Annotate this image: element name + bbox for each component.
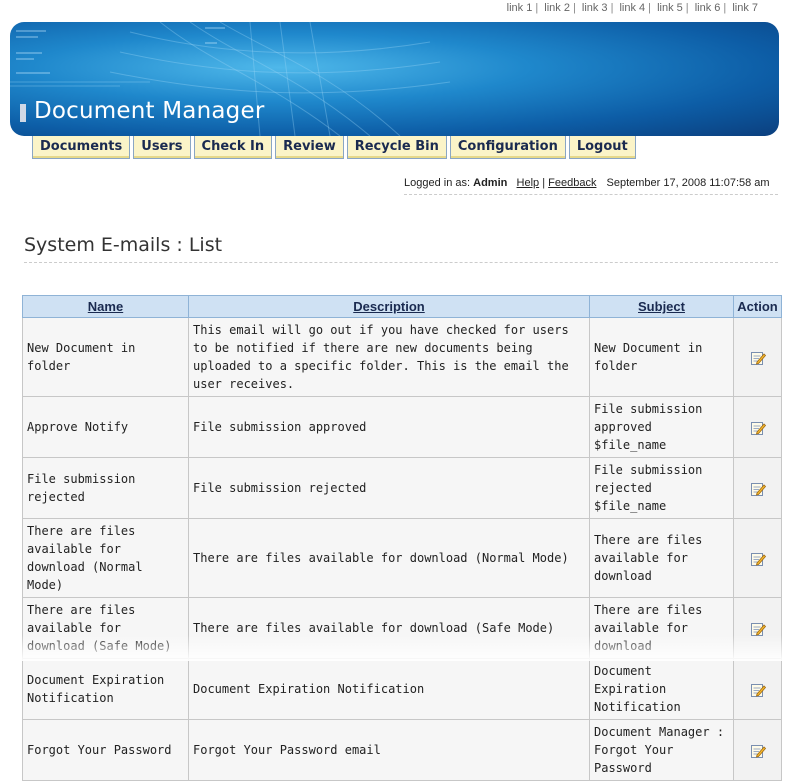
cell-name: There are files available for download (… bbox=[22, 518, 189, 598]
top-link-5[interactable]: link 5 bbox=[657, 2, 683, 14]
tab-logout[interactable]: Logout bbox=[568, 136, 636, 159]
title-accent-bar bbox=[20, 104, 26, 122]
cell-action bbox=[733, 658, 782, 720]
main-nav: Documents Users Check In Review Recycle … bbox=[32, 136, 639, 159]
sort-by-description-link[interactable]: Description bbox=[353, 299, 425, 314]
page-title: System E-mails : List bbox=[24, 234, 223, 256]
column-header-description[interactable]: Description bbox=[188, 295, 590, 318]
cell-name: Approve Notify bbox=[22, 396, 189, 458]
top-links: link 1 | link 2 | link 3 | link 4 | link 5 | … bbox=[506, 2, 758, 14]
header-banner: Document Manager bbox=[10, 22, 779, 136]
edit-icon[interactable] bbox=[750, 481, 766, 497]
table-row: Approve Notify File submission approved … bbox=[22, 396, 782, 458]
app-title: Document Manager bbox=[34, 98, 265, 124]
edit-icon[interactable] bbox=[750, 350, 766, 366]
edit-icon[interactable] bbox=[750, 743, 766, 759]
top-link-4[interactable]: link 4 bbox=[619, 2, 645, 14]
table-row: There are files available for download (… bbox=[22, 518, 782, 598]
cell-description: There are files available for download (… bbox=[188, 597, 590, 659]
login-status: Logged in as: Admin Help | Feedback Sept… bbox=[404, 177, 770, 189]
cell-subject: Document Manager : Forgot Your Password bbox=[589, 719, 734, 781]
cell-name: File submission rejected bbox=[22, 457, 189, 519]
login-sep: | bbox=[542, 177, 546, 189]
top-link-2[interactable]: link 2 bbox=[544, 2, 570, 14]
feedback-link[interactable]: Feedback bbox=[548, 177, 596, 189]
help-link[interactable]: Help bbox=[517, 177, 540, 189]
top-link-7[interactable]: link 7 bbox=[732, 2, 758, 14]
divider bbox=[404, 194, 778, 195]
sort-by-subject-link[interactable]: Subject bbox=[638, 299, 685, 314]
cell-action bbox=[733, 719, 782, 781]
divider bbox=[24, 262, 778, 263]
cell-name: Document Expiration Notification bbox=[22, 658, 189, 720]
edit-icon[interactable] bbox=[750, 420, 766, 436]
cell-subject: Document Expiration Notification bbox=[589, 658, 734, 720]
table-row: There are files available for download (… bbox=[22, 597, 782, 659]
cell-action bbox=[733, 597, 782, 659]
cell-subject: File submission approved $file_name bbox=[589, 396, 734, 458]
sort-by-name-link[interactable]: Name bbox=[88, 299, 123, 314]
cell-description: Document Expiration Notification bbox=[188, 658, 590, 720]
column-header-action: Action bbox=[733, 295, 782, 318]
cell-subject: New Document in folder bbox=[589, 317, 734, 397]
cell-subject: There are files available for download bbox=[589, 597, 734, 659]
cell-action bbox=[733, 317, 782, 397]
tab-users[interactable]: Users bbox=[133, 136, 191, 159]
cell-description: This email will go out if you have check… bbox=[188, 317, 590, 397]
table-row: Document Expiration Notification Documen… bbox=[22, 658, 782, 720]
logged-in-user: Admin bbox=[473, 177, 508, 189]
cell-description: There are files available for download (… bbox=[188, 518, 590, 598]
edit-icon[interactable] bbox=[750, 621, 766, 637]
edit-icon[interactable] bbox=[750, 551, 766, 567]
edit-icon[interactable] bbox=[750, 682, 766, 698]
cell-description: File submission approved bbox=[188, 396, 590, 458]
table-row: Forgot Your Password Forgot Your Passwor… bbox=[22, 719, 782, 781]
top-link-1[interactable]: link 1 bbox=[507, 2, 533, 14]
cell-subject: File submission rejected $file_name bbox=[589, 457, 734, 519]
cell-name: Forgot Your Password bbox=[22, 719, 189, 781]
tab-check-in[interactable]: Check In bbox=[193, 136, 273, 159]
top-link-6[interactable]: link 6 bbox=[695, 2, 721, 14]
column-header-name[interactable]: Name bbox=[22, 295, 189, 318]
current-datetime: September 17, 2008 11:07:58 am bbox=[606, 177, 770, 189]
table-row: File submission rejected File submission… bbox=[22, 457, 782, 519]
top-link-3[interactable]: link 3 bbox=[582, 2, 608, 14]
cell-name: There are files available for download (… bbox=[22, 597, 189, 659]
tab-documents[interactable]: Documents bbox=[32, 136, 131, 159]
cell-action bbox=[733, 457, 782, 519]
tab-recycle-bin[interactable]: Recycle Bin bbox=[346, 136, 447, 159]
tab-review[interactable]: Review bbox=[275, 136, 344, 159]
table-header-row: Name Description Subject Action bbox=[22, 295, 782, 318]
cell-name: New Document in folder bbox=[22, 317, 189, 397]
logged-in-label: Logged in as: bbox=[404, 177, 471, 189]
cell-subject: There are files available for download bbox=[589, 518, 734, 598]
emails-table: Name Description Subject Action New Docu… bbox=[22, 295, 782, 781]
cell-description: File submission rejected bbox=[188, 457, 590, 519]
table-row: New Document in folder This email will g… bbox=[22, 317, 782, 397]
tab-configuration[interactable]: Configuration bbox=[449, 136, 566, 159]
cell-description: Forgot Your Password email bbox=[188, 719, 590, 781]
column-header-subject[interactable]: Subject bbox=[589, 295, 734, 318]
cell-action bbox=[733, 396, 782, 458]
cell-action bbox=[733, 518, 782, 598]
